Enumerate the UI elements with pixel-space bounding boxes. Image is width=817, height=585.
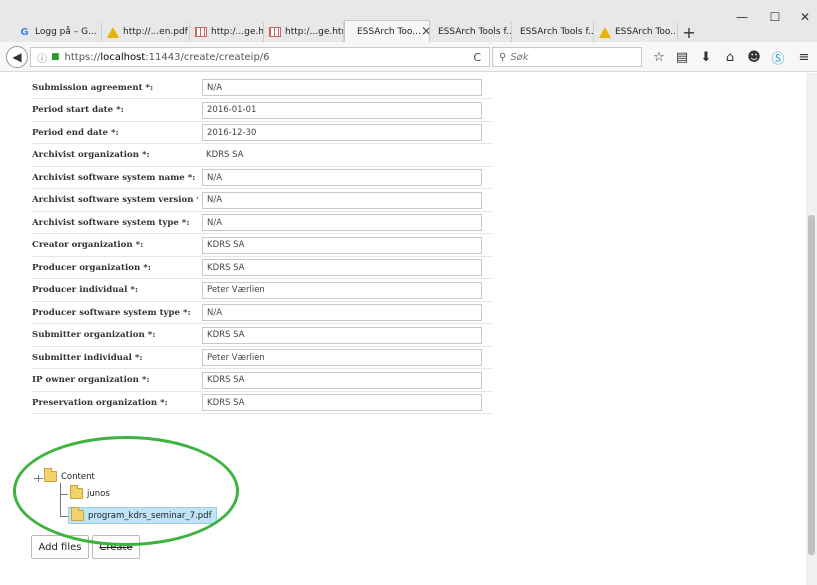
search-placeholder: Søk	[510, 51, 529, 63]
warning-icon	[106, 26, 119, 39]
field-input[interactable]: KDRS SA	[202, 371, 482, 389]
tab-google-login[interactable]: G Logg på – G...	[14, 22, 102, 42]
form-row: Creator organization *: KDRS SA	[32, 235, 492, 257]
download-icon[interactable]: ⬇	[697, 48, 715, 66]
field-label: Preservation organization *:	[32, 397, 168, 408]
lock-icon: ■	[51, 52, 60, 62]
tab-strip: G Logg på – G... http://...en.pdf http:/…	[0, 0, 817, 42]
field-value: KDRS SA	[206, 150, 244, 160]
navigation-bar: ◀ ⓘ ■ https:// localhost :11443/create/c…	[0, 42, 817, 72]
highlight-annotation	[13, 436, 239, 546]
field-input[interactable]: N/A	[202, 214, 482, 231]
form-row: Period start date *: 2016-01-01	[32, 100, 492, 122]
field-label: Producer organization *:	[32, 262, 151, 273]
skype-icon[interactable]: Ⓢ	[769, 48, 787, 67]
form-row: Producer individual *: Peter Værlien	[32, 280, 492, 302]
tab-label: http://...en.pdf	[123, 27, 188, 37]
field-input[interactable]: KDRS SA	[202, 259, 482, 276]
minimize-button[interactable]: —	[727, 10, 757, 24]
form-row: Archivist organization *: KDRS SA	[32, 145, 492, 167]
field-input[interactable]: KDRS SA	[202, 236, 482, 254]
form-row: Submission agreement *: N/A	[32, 77, 492, 99]
field-label: Submitter individual *:	[32, 352, 143, 363]
form-row: Producer organization *: KDRS SA	[32, 257, 492, 279]
warning-icon	[598, 26, 611, 39]
url-prefix: https://	[64, 51, 101, 63]
field-label: IP owner organization *:	[32, 375, 150, 385]
form-row: Archivist software system version *: N/A	[32, 190, 492, 212]
search-bar[interactable]: ⚲ Søk	[492, 47, 642, 67]
field-label: Producer individual *:	[32, 285, 138, 295]
home-icon[interactable]: ⌂	[721, 48, 739, 66]
field-input[interactable]: N/A	[202, 304, 482, 321]
url-path: :11443/create/createip/6	[145, 51, 270, 63]
tab-essarch-tools-2[interactable]: ESSArch Tools f...	[512, 22, 594, 42]
field-label: Period start date *:	[32, 105, 124, 115]
tab-label: http:/...ge.htm	[285, 27, 344, 37]
tab-label: ESSArch Tools f...	[438, 27, 512, 37]
close-tab-icon[interactable]: ×	[421, 24, 429, 39]
browser-window: G Logg på – G... http://...en.pdf http:/…	[0, 0, 817, 585]
tab-label: Logg på – G...	[35, 27, 97, 37]
form-row: Archivist software system type *: N/A	[32, 212, 492, 234]
reload-icon[interactable]: C	[473, 51, 481, 64]
field-label: Archivist software system type *:	[32, 217, 190, 228]
bookmark-star-icon[interactable]: ☆	[650, 48, 668, 66]
scrollbar-thumb[interactable]	[808, 215, 815, 555]
field-label: Creator organization *:	[32, 240, 144, 250]
grid-icon	[268, 26, 281, 39]
field-label: Submitter organization *:	[32, 330, 156, 340]
field-input[interactable]: 2016-01-01	[202, 101, 482, 119]
field-label: Archivist software system version *:	[32, 195, 198, 205]
chat-icon[interactable]: ☻	[745, 48, 763, 66]
tab-essarch-warn[interactable]: ESSArch Too...	[594, 22, 678, 42]
url-bar[interactable]: ⓘ ■ https:// localhost :11443/create/cre…	[30, 47, 490, 67]
tab-label: ESSArch Too...	[357, 26, 421, 37]
tab-pdf[interactable]: http://...en.pdf	[102, 22, 190, 42]
tab-label: http:/...ge.htm	[211, 27, 264, 37]
arrow-left-icon: ◀	[12, 50, 22, 64]
reading-list-icon[interactable]: ▤	[673, 48, 691, 66]
tab-htm-1[interactable]: http:/...ge.htm	[190, 22, 264, 42]
tab-label: ESSArch Too...	[615, 27, 678, 37]
form-row: IP owner organization *: KDRS SA	[32, 370, 492, 392]
form-row: Submitter individual *: Peter Værlien	[32, 347, 492, 369]
menu-icon[interactable]: ≡	[795, 48, 813, 66]
back-button[interactable]: ◀	[6, 46, 28, 68]
close-window-button[interactable]: ✕	[790, 10, 817, 24]
tab-htm-2[interactable]: http:/...ge.htm	[264, 22, 344, 42]
field-input[interactable]: KDRS SA	[202, 394, 482, 411]
field-input[interactable]: KDRS SA	[202, 326, 482, 344]
form-row: Archivist software system name *: N/A	[32, 167, 492, 189]
form-row: Period end date *: 2016-12-30	[32, 122, 492, 144]
info-icon[interactable]: ⓘ	[37, 50, 47, 65]
form-row: Submitter organization *: KDRS SA	[32, 325, 492, 347]
field-label: Producer software system type *:	[32, 307, 191, 318]
maximize-button[interactable]: ☐	[760, 10, 790, 24]
form-row: Producer software system type *: N/A	[32, 302, 492, 324]
field-input[interactable]: N/A	[202, 79, 482, 96]
url-host: localhost	[100, 51, 146, 63]
tab-label: ESSArch Tools f...	[520, 27, 594, 37]
google-icon: G	[20, 26, 29, 38]
field-input[interactable]: N/A	[202, 191, 482, 209]
field-label: Period end date *:	[32, 127, 119, 138]
new-tab-button[interactable]: +	[679, 22, 699, 42]
field-input[interactable]: 2016-12-30	[202, 124, 482, 141]
field-input[interactable]: Peter Værlien	[202, 349, 482, 366]
field-input[interactable]: N/A	[202, 169, 482, 186]
tab-essarch-tools-1[interactable]: ESSArch Tools f...	[430, 22, 512, 42]
form-row: Preservation organization *: KDRS SA	[32, 392, 492, 414]
search-icon: ⚲	[499, 51, 507, 63]
grid-icon	[194, 26, 207, 39]
field-label: Archivist organization *:	[32, 150, 150, 160]
field-label: Archivist software system name *:	[32, 172, 196, 183]
field-label: Submission agreement *:	[32, 82, 154, 93]
field-input[interactable]: Peter Værlien	[202, 281, 482, 299]
tab-essarch-active[interactable]: ESSArch Too... ×	[344, 20, 430, 42]
